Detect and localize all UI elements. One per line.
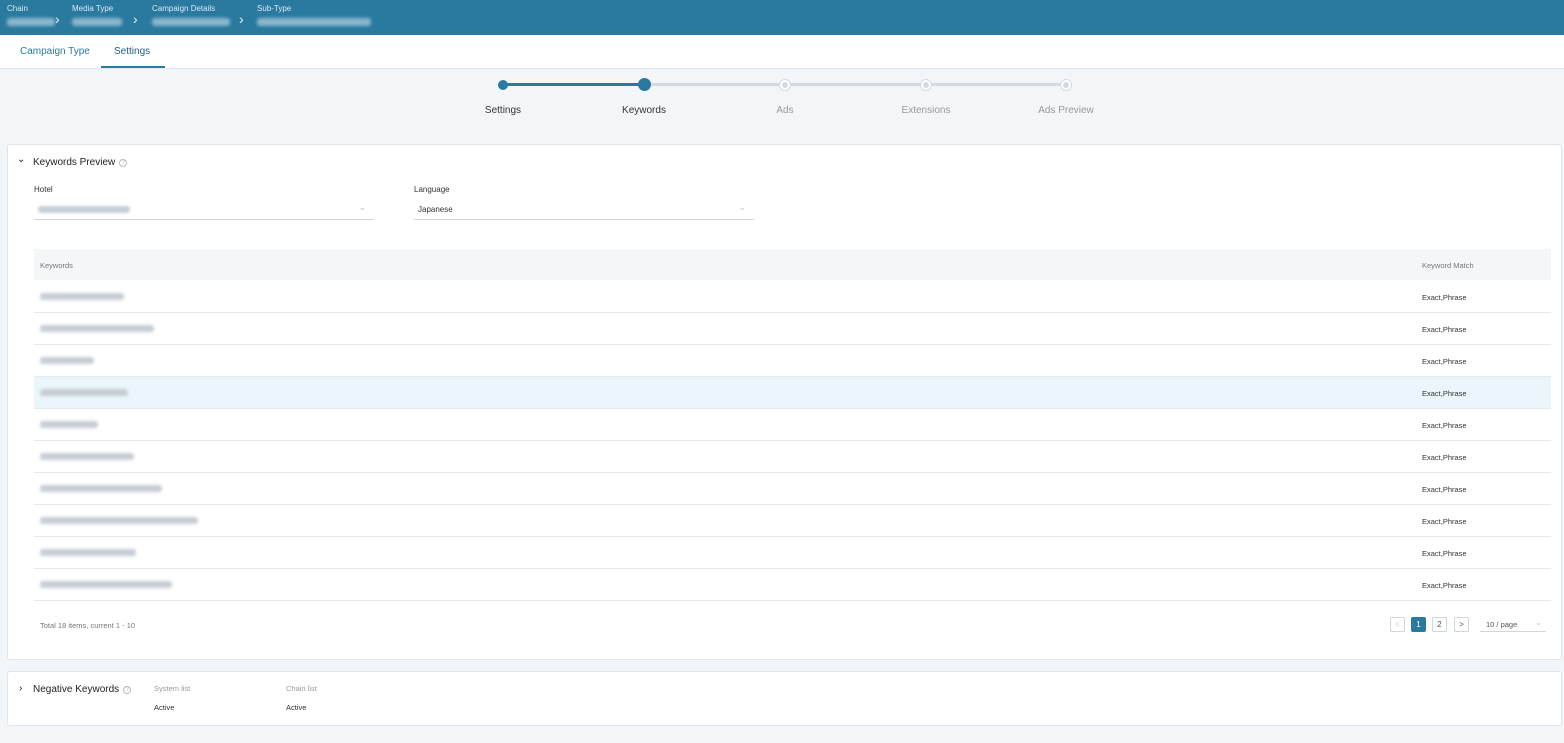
breadcrumb-media-type[interactable]: Media Type [72, 4, 122, 26]
breadcrumb-sub-type[interactable]: Sub-Type [257, 4, 371, 26]
keywords-preview-title-text: Keywords Preview [33, 157, 116, 168]
breadcrumb-label: Chain [7, 4, 28, 13]
negative-keywords-title-text: Negative Keywords [33, 684, 120, 695]
negative-keywords-title[interactable]: Negative Keywords? [33, 684, 132, 695]
column-header-keywords[interactable]: Keywords [40, 261, 73, 270]
chevron-right-icon[interactable]: › [19, 683, 22, 694]
keyword-match: Exact,Phrase [1422, 293, 1467, 302]
hotel-value-redacted [38, 206, 130, 213]
keyword-match: Exact,Phrase [1422, 549, 1467, 558]
step-dot-keywords[interactable] [638, 78, 651, 91]
chevron-down-icon: ⌄ [1535, 618, 1542, 627]
breadcrumb-value-redacted [152, 18, 230, 26]
pagination-next-button[interactable]: > [1454, 617, 1469, 632]
help-icon[interactable]: ? [119, 159, 128, 167]
breadcrumb-value-redacted [257, 18, 371, 26]
table-row[interactable]: Exact,Phrase [34, 281, 1551, 313]
keyword-redacted [40, 517, 198, 524]
negative-keywords-card [7, 671, 1562, 726]
keyword-match: Exact,Phrase [1422, 357, 1467, 366]
breadcrumb-label: Sub-Type [257, 4, 292, 13]
keyword-match: Exact,Phrase [1422, 453, 1467, 462]
keyword-redacted [40, 453, 134, 460]
table-row[interactable]: Exact,Phrase [34, 473, 1551, 505]
keyword-match: Exact,Phrase [1422, 517, 1467, 526]
tab-settings[interactable]: Settings [114, 46, 150, 57]
keyword-redacted [40, 485, 162, 492]
step-label-extensions[interactable]: Extensions [876, 105, 976, 116]
language-select[interactable]: Japanese ⌄ [414, 198, 754, 220]
active-tab-indicator [101, 66, 165, 68]
stepper-remaining-line [644, 83, 1066, 86]
chevron-right-icon: › [133, 11, 138, 27]
chevron-down-icon[interactable]: ⌄ [17, 154, 25, 165]
step-dot-extensions[interactable] [921, 80, 931, 90]
step-label-keywords[interactable]: Keywords [594, 105, 694, 116]
step-dot-settings[interactable] [498, 80, 508, 90]
page-size-select[interactable]: 10 / page ⌄ [1480, 617, 1546, 632]
keyword-match: Exact,Phrase [1422, 421, 1467, 430]
chevron-down-icon: ⌄ [738, 202, 746, 212]
table-row-highlighted[interactable]: Exact,Phrase [34, 377, 1551, 409]
system-list-label: System list [154, 684, 191, 693]
step-label-settings[interactable]: Settings [453, 105, 553, 116]
chevron-right-icon: › [55, 11, 60, 27]
table-row[interactable]: Exact,Phrase [34, 345, 1551, 377]
tab-campaign-type[interactable]: Campaign Type [20, 46, 90, 57]
keywords-table-header: Keywords Keyword Match [34, 249, 1551, 280]
breadcrumb-value-redacted [72, 18, 122, 26]
language-label: Language [414, 185, 450, 194]
system-list-value: Active [154, 703, 175, 712]
keyword-match: Exact,Phrase [1422, 485, 1467, 494]
pagination-total: Total 18 items, current 1 - 10 [40, 621, 136, 630]
keyword-redacted [40, 581, 172, 588]
keyword-match: Exact,Phrase [1422, 581, 1467, 590]
language-value: Japanese [418, 205, 453, 214]
page-size-value: 10 / page [1486, 620, 1518, 629]
step-dot-ads[interactable] [780, 80, 790, 90]
breadcrumb-label: Media Type [72, 4, 114, 13]
chevron-down-icon: ⌄ [358, 202, 366, 212]
stepper-progress-line [503, 83, 644, 86]
step-dot-ads-preview[interactable] [1061, 80, 1071, 90]
top-header: Chain › Media Type › Campaign Details › … [0, 0, 1564, 35]
breadcrumb-label: Campaign Details [152, 4, 216, 13]
table-row[interactable]: Exact,Phrase [34, 409, 1551, 441]
breadcrumb-value-redacted [7, 18, 55, 26]
step-label-ads-preview[interactable]: Ads Preview [1016, 105, 1116, 116]
table-row[interactable]: Exact,Phrase [34, 441, 1551, 473]
step-label-ads[interactable]: Ads [735, 105, 835, 116]
pagination-page-1[interactable]: 1 [1411, 617, 1426, 632]
breadcrumb-campaign-details[interactable]: Campaign Details [152, 4, 230, 26]
keyword-redacted [40, 293, 124, 300]
pagination-page-2[interactable]: 2 [1432, 617, 1447, 632]
help-icon[interactable]: ? [123, 686, 132, 694]
table-row[interactable]: Exact,Phrase [34, 505, 1551, 537]
breadcrumb-chain[interactable]: Chain [7, 4, 55, 26]
tab-bar: Campaign Type Settings [0, 35, 1564, 69]
keywords-preview-title[interactable]: Keywords Preview? [33, 157, 128, 168]
keyword-redacted [40, 325, 154, 332]
keyword-redacted [40, 549, 136, 556]
keyword-match: Exact,Phrase [1422, 389, 1467, 398]
chevron-right-icon: › [239, 11, 244, 27]
hotel-select[interactable]: ⌄ [34, 198, 374, 220]
table-row[interactable]: Exact,Phrase [34, 569, 1551, 601]
chain-list-label: Chain list [286, 684, 317, 693]
hotel-label: Hotel [34, 185, 53, 194]
keyword-redacted [40, 389, 128, 396]
keyword-redacted [40, 421, 98, 428]
pagination-prev-button[interactable]: < [1390, 617, 1405, 632]
column-header-keyword-match[interactable]: Keyword Match [1422, 261, 1474, 270]
keyword-match: Exact,Phrase [1422, 325, 1467, 334]
table-row[interactable]: Exact,Phrase [34, 313, 1551, 345]
table-row[interactable]: Exact,Phrase [34, 537, 1551, 569]
keyword-redacted [40, 357, 94, 364]
chain-list-value: Active [286, 703, 307, 712]
